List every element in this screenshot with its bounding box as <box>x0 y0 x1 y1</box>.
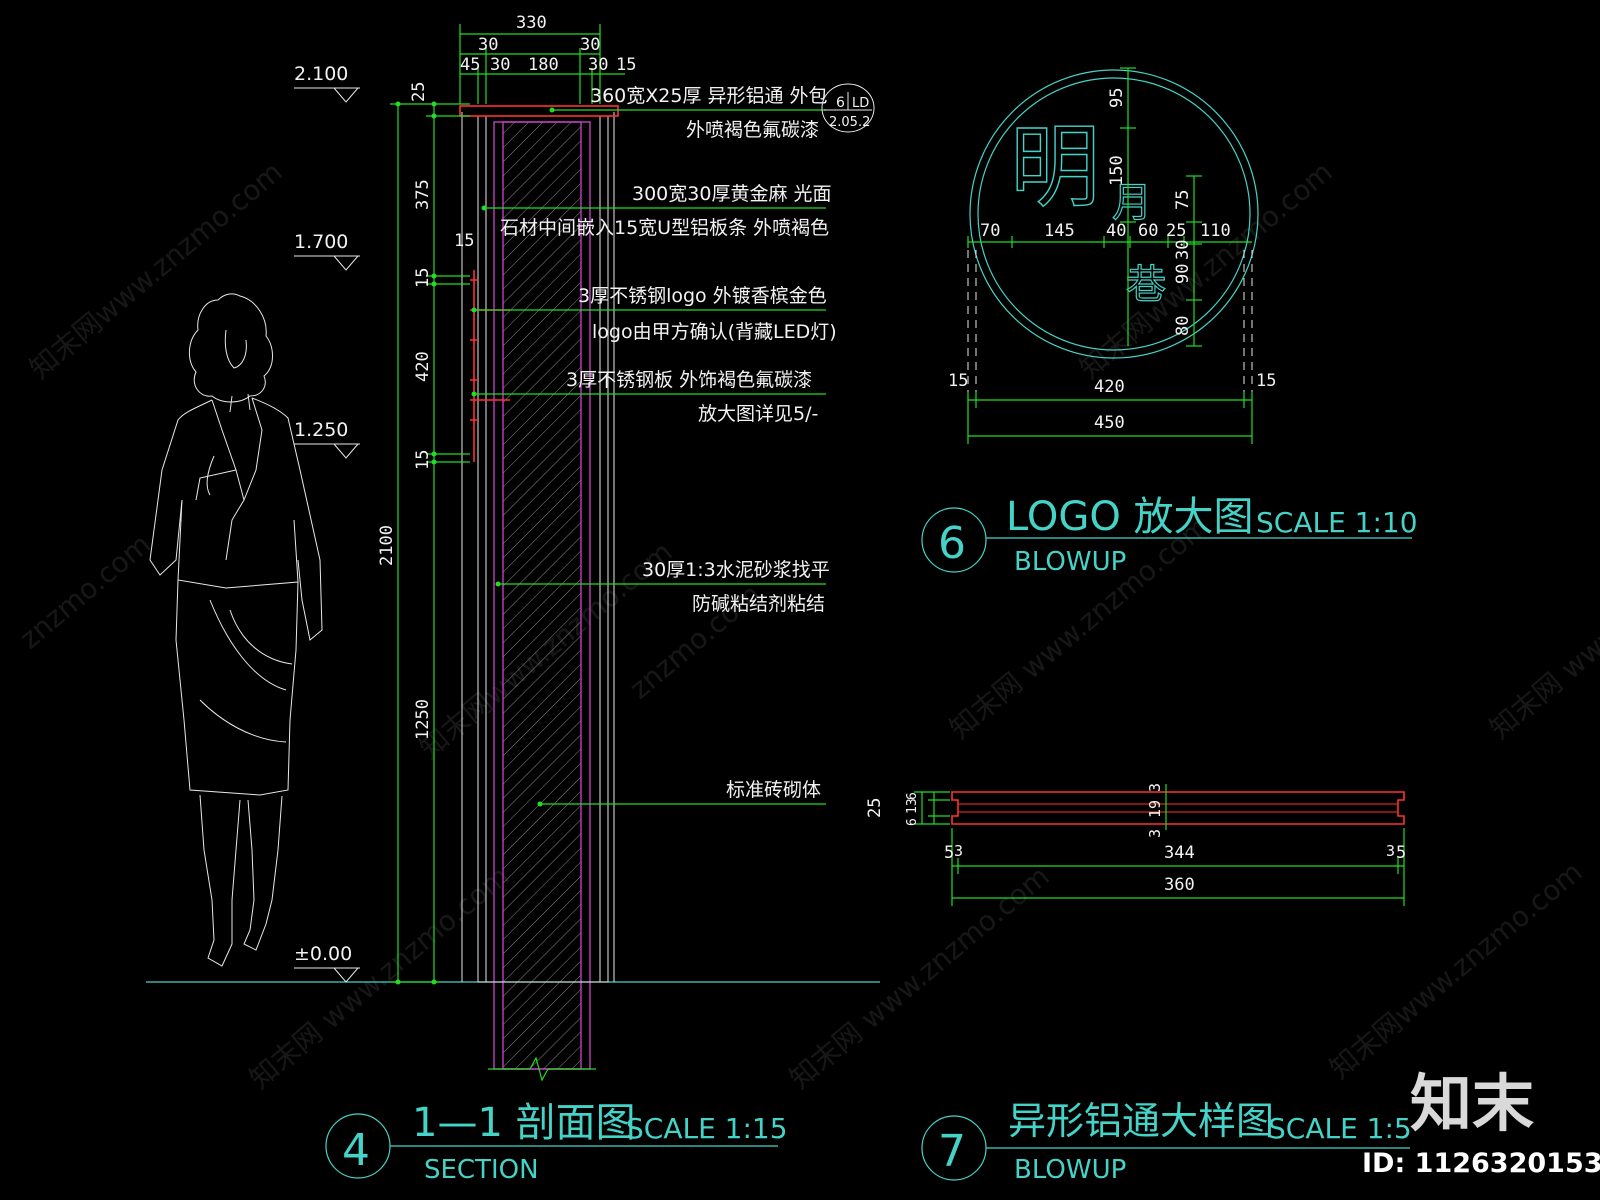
logo-dim-25: 25 <box>1166 221 1186 241</box>
profile-dim-5-right: 5 <box>1396 843 1406 863</box>
level-markers <box>294 87 360 983</box>
logo-dim-95: 95 <box>1107 88 1127 108</box>
note-adhesive: 防碱粘结剂粘结 <box>692 593 825 615</box>
dim-30-inner: 30 <box>490 55 510 75</box>
profile-dim-13: 13 <box>905 798 920 814</box>
logo-dim-75: 75 <box>1173 190 1193 210</box>
watermark-text: 知末网www.znzmo.com <box>1323 855 1588 1085</box>
dim-1250: 1250 <box>413 699 433 740</box>
dim-15-logo: 15 <box>454 231 474 251</box>
dim-25: 25 <box>409 82 429 102</box>
profile-dim-6b: 6 <box>905 818 920 826</box>
dim-330: 330 <box>516 13 547 33</box>
dim-15-b: 15 <box>413 450 433 470</box>
note-steel-logo: 3厚不锈钢logo 外镀香槟金色 <box>578 285 827 307</box>
logo-dim-450: 450 <box>1094 413 1125 433</box>
note-granite: 300宽30厚黄金麻 光面 <box>632 183 831 205</box>
profile-outline <box>951 791 1405 825</box>
brick-core <box>502 121 582 1070</box>
logo-char-xiang: 巷 <box>1126 262 1166 308</box>
title-number: 7 <box>938 1126 966 1177</box>
detail-ref-tag: 6 LD 2.05.2 <box>821 83 875 133</box>
dim-15-a: 15 <box>413 268 433 288</box>
logo-dim-40: 40 <box>1106 221 1126 241</box>
note-cement-mortar: 30厚1:3水泥砂浆找平 <box>642 559 830 581</box>
ref-tag-code: LD <box>852 96 869 111</box>
title-number: 6 <box>938 518 966 569</box>
dim-30-inner-right: 30 <box>588 55 608 75</box>
dim-375: 375 <box>413 179 433 210</box>
dim-45: 45 <box>460 55 480 75</box>
note-logo-led: logo由甲方确认(背藏LED灯) <box>592 321 837 343</box>
note-fluorocarbon: 外喷褐色氟碳漆 <box>686 119 819 141</box>
image-id-label: ID: 1126320153 <box>1362 1148 1600 1179</box>
title-name: LOGO 放大图 <box>1006 494 1254 540</box>
title-block-section: 4 1—1 剖面图 SCALE 1:15 SECTION <box>325 1100 788 1185</box>
aluminum-cap <box>459 105 619 117</box>
logo-dim-150: 150 <box>1107 155 1127 186</box>
dim-15-top: 15 <box>616 55 636 75</box>
level-2100: 2.100 <box>294 63 348 85</box>
watermark-text: 知末网 www.znzmo.com <box>1483 509 1600 745</box>
dim-420: 420 <box>413 351 433 382</box>
profile-dim-25: 25 <box>865 798 885 818</box>
profile-dim-3-right: 3 <box>1386 842 1395 860</box>
logo-dim-110: 110 <box>1200 221 1231 241</box>
logo-dim-145: 145 <box>1044 221 1075 241</box>
title-scale: SCALE 1:15 <box>626 1112 788 1145</box>
dim-30-left: 30 <box>478 35 498 55</box>
dim-2100: 2100 <box>377 525 397 566</box>
profile-dim-19: 19 <box>1146 800 1164 818</box>
watermark-text: 知末网www.znzmo.com <box>23 155 288 385</box>
level-000: ±0.00 <box>294 943 352 965</box>
logo-dim-80: 80 <box>1173 316 1193 336</box>
logo-dim-420: 420 <box>1094 377 1125 397</box>
title-name: 1—1 剖面图 <box>412 1100 636 1146</box>
title-scale: SCALE 1:10 <box>1256 506 1418 539</box>
logo-dim-70: 70 <box>980 221 1000 241</box>
note-u-strip: 石材中间嵌入15宽U型铝板条 外喷褐色 <box>500 217 829 239</box>
title-sub: SECTION <box>424 1155 539 1185</box>
note-detail-ref: 放大图详见5/- <box>698 403 818 425</box>
watermark-text: 知末网 www.znzmo.com <box>243 859 515 1095</box>
watermark-text: 知末网 www.znzmo.com <box>783 859 1055 1095</box>
watermark-text: znzmo.com <box>13 527 157 655</box>
dim-ticks <box>395 101 437 985</box>
title-sub: BLOWUP <box>1014 1155 1126 1185</box>
profile-dim-360: 360 <box>1164 875 1195 895</box>
logo-dim-90: 90 <box>1173 264 1193 284</box>
note-steel-plate: 3厚不锈钢板 外饰褐色氟碳漆 <box>566 369 812 391</box>
aluminum-profile-view <box>951 791 1405 825</box>
profile-dim-344: 344 <box>1164 843 1195 863</box>
logo-char-ming: 明 <box>1010 115 1100 220</box>
title-name: 异形铝通大样图 <box>1008 1099 1274 1143</box>
profile-dim-3-left: 3 <box>954 842 963 860</box>
logo-dim-15-left: 15 <box>948 371 968 391</box>
level-1250: 1.250 <box>294 419 348 441</box>
watermark-logo: 知末 <box>1410 1067 1534 1140</box>
person-silhouette <box>149 293 323 967</box>
level-1700: 1.700 <box>294 231 348 253</box>
logo-dim-60: 60 <box>1138 221 1158 241</box>
profile-dim-3b: 3 <box>1146 829 1164 838</box>
dim-30-right: 30 <box>580 35 600 55</box>
note-brick: 标准砖砌体 <box>726 779 821 801</box>
note-aluminum-cap: 360宽X25厚 异形铝通 外包 <box>590 85 828 107</box>
profile-dim-3a: 3 <box>1146 783 1164 792</box>
dim-180: 180 <box>528 55 559 75</box>
watermark-text: 知末网 www.znzmo.com <box>943 509 1215 745</box>
title-number: 4 <box>342 1125 370 1176</box>
title-sub: BLOWUP <box>1014 547 1126 577</box>
profile-dim-5-left: 5 <box>944 843 954 863</box>
title-block-profile: 7 异形铝通大样图 SCALE 1:5 BLOWUP <box>921 1099 1412 1185</box>
cad-drawing: 知末网www.znzmo.com znzmo.com 知末网www.znzmo.… <box>13 13 1600 1185</box>
ref-tag-sheet: 2.05.2 <box>829 115 870 130</box>
title-scale: SCALE 1:5 <box>1268 1112 1412 1145</box>
logo-dim-15-right: 15 <box>1256 371 1276 391</box>
ref-tag-number: 6 <box>836 95 845 111</box>
logo-dim-30: 30 <box>1173 240 1193 260</box>
